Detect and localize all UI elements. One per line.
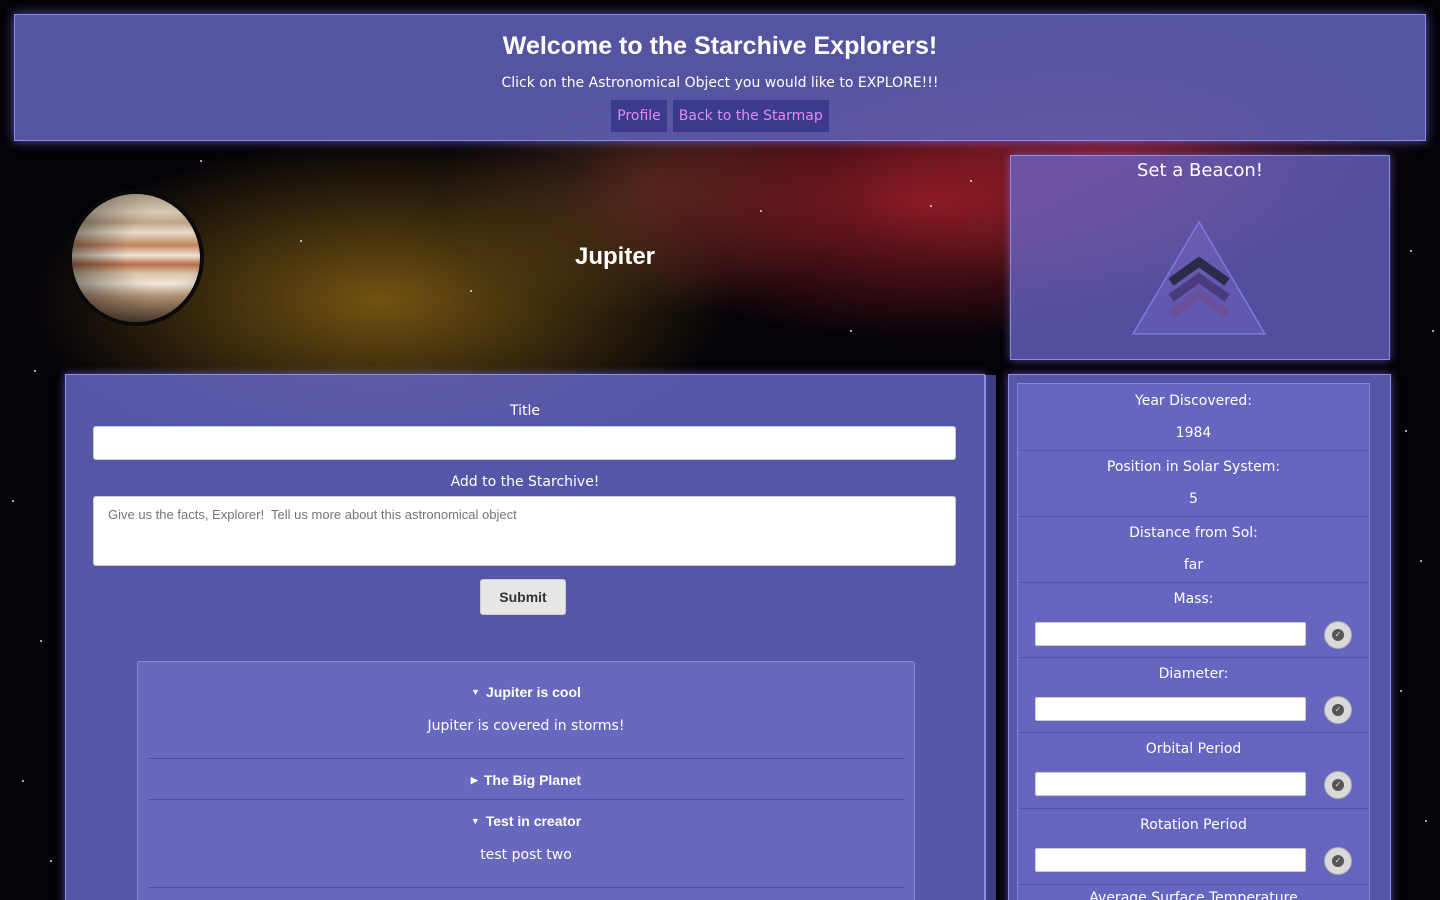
page-title: Welcome to the Starchive Explorers!: [502, 32, 938, 60]
caret-right-icon: ▶: [470, 775, 478, 785]
stat-label: Average Surface Temperature: [1089, 890, 1298, 900]
post-body: test post two: [480, 847, 572, 863]
post-item: ▼ Jupiter is cool Jupiter is covered in s…: [148, 684, 904, 734]
post-divider: [148, 758, 904, 759]
profile-link[interactable]: Profile: [611, 100, 667, 132]
check-icon: ✓: [1332, 629, 1344, 641]
stat-label: Mass:: [1173, 591, 1214, 607]
stat-mass: Mass: ✓: [1018, 583, 1369, 658]
page-subtitle: Click on the Astronomical Object you wou…: [501, 75, 939, 91]
submit-button[interactable]: Submit: [480, 579, 566, 615]
jupiter-planet-image: [68, 190, 204, 326]
post-toggle[interactable]: ▼ Test in creator: [148, 813, 904, 829]
stat-avg-surface-temp: Average Surface Temperature: [1018, 885, 1369, 900]
post-form-panel: Title Add to the Starchive! Submit ▼ Jupi…: [65, 374, 996, 900]
post-title: The Big Planet: [483, 772, 582, 788]
posts-list: ▼ Jupiter is cool Jupiter is covered in s…: [137, 661, 915, 900]
post-item: ▼ Test in creator test post two: [148, 813, 904, 863]
set-beacon-panel[interactable]: Set a Beacon!: [1010, 155, 1390, 360]
stat-position: Position in Solar System: 5: [1018, 451, 1369, 517]
stat-value: 1984: [1175, 425, 1212, 441]
stat-label: Year Discovered:: [1135, 393, 1252, 409]
diameter-input[interactable]: [1035, 697, 1306, 721]
check-icon: ✓: [1332, 779, 1344, 791]
header-nav: Profile Back to the Starmap: [15, 100, 1425, 132]
body-label: Add to the Starchive!: [450, 474, 600, 490]
object-name: Jupiter: [574, 243, 655, 270]
post-toggle[interactable]: ▶ The Big Planet: [148, 772, 904, 788]
stats-list: Year Discovered: 1984 Position in Solar …: [1017, 383, 1370, 900]
stat-rotation-period: Rotation Period ✓: [1018, 809, 1369, 885]
beacon-chevron-triangle-icon[interactable]: [1131, 218, 1271, 336]
diameter-submit-button[interactable]: ✓: [1324, 696, 1352, 724]
stat-value: 5: [1189, 491, 1198, 507]
caret-down-icon: ▼: [471, 687, 480, 697]
back-to-starmap-link[interactable]: Back to the Starmap: [672, 100, 829, 132]
stat-label: Distance from Sol:: [1129, 525, 1258, 541]
caret-down-icon: ▼: [470, 816, 480, 826]
title-label: Title: [509, 403, 540, 419]
rotation-period-submit-button[interactable]: ✓: [1324, 847, 1352, 875]
mass-input[interactable]: [1035, 622, 1306, 646]
object-stats-panel: Year Discovered: 1984 Position in Solar …: [1008, 374, 1391, 900]
post-divider: [148, 887, 904, 888]
beacon-title: Set a Beacon!: [1136, 160, 1264, 181]
stat-label: Diameter:: [1158, 666, 1229, 682]
stat-label: Position in Solar System:: [1106, 459, 1281, 475]
stat-orbital-period: Orbital Period ✓: [1018, 733, 1369, 809]
orbital-period-input[interactable]: [1035, 772, 1306, 796]
stat-label: Rotation Period: [1140, 817, 1247, 833]
rotation-period-input[interactable]: [1035, 848, 1306, 872]
stat-year-discovered: Year Discovered: 1984: [1018, 384, 1369, 451]
site-header: Welcome to the Starchive Explorers! Clic…: [14, 14, 1426, 141]
mass-submit-button[interactable]: ✓: [1324, 621, 1352, 649]
orbital-period-submit-button[interactable]: ✓: [1324, 771, 1352, 799]
stat-distance: Distance from Sol: far: [1018, 517, 1369, 583]
stat-label: Orbital Period: [1145, 741, 1242, 757]
stat-diameter: Diameter: ✓: [1018, 658, 1369, 733]
body-textarea[interactable]: [93, 496, 956, 566]
post-title: Test in creator: [485, 813, 582, 829]
check-icon: ✓: [1332, 855, 1344, 867]
title-input[interactable]: [93, 426, 956, 460]
post-title: Jupiter is cool: [486, 684, 581, 700]
post-body: Jupiter is covered in storms!: [427, 718, 625, 734]
check-icon: ✓: [1332, 704, 1344, 716]
post-item: ▶ The Big Planet: [148, 772, 904, 788]
panel-scroll-rail[interactable]: [985, 375, 996, 900]
post-toggle[interactable]: ▼ Jupiter is cool: [148, 684, 904, 700]
post-divider: [148, 799, 904, 800]
stat-value: far: [1183, 557, 1204, 573]
